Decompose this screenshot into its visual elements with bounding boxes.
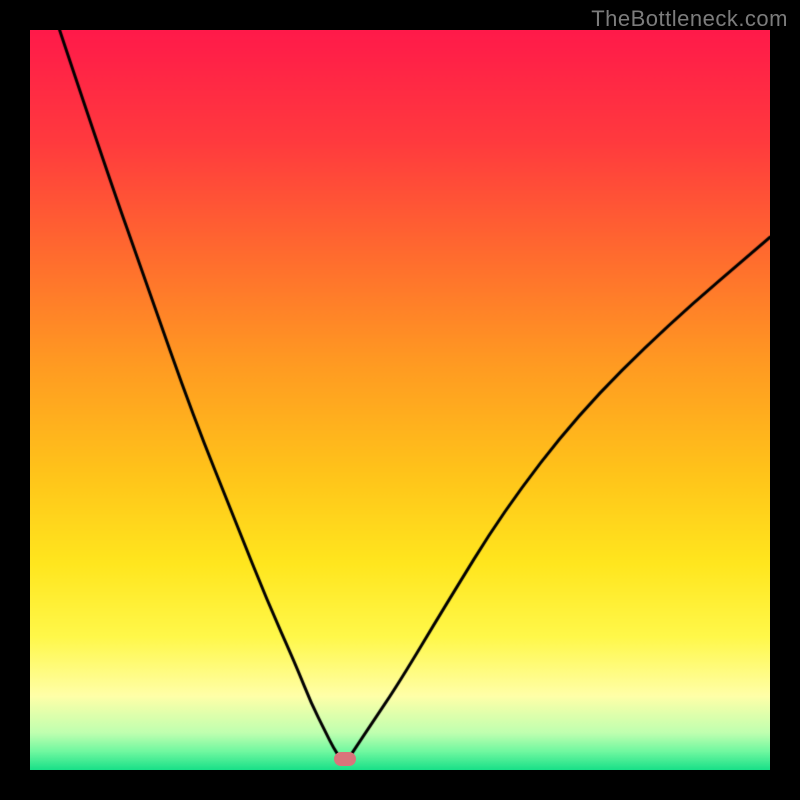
optimal-marker <box>334 752 356 766</box>
watermark-text: TheBottleneck.com <box>591 6 788 32</box>
chart-frame: TheBottleneck.com <box>0 0 800 800</box>
plot-area <box>30 30 770 770</box>
bottleneck-curve <box>30 30 770 770</box>
